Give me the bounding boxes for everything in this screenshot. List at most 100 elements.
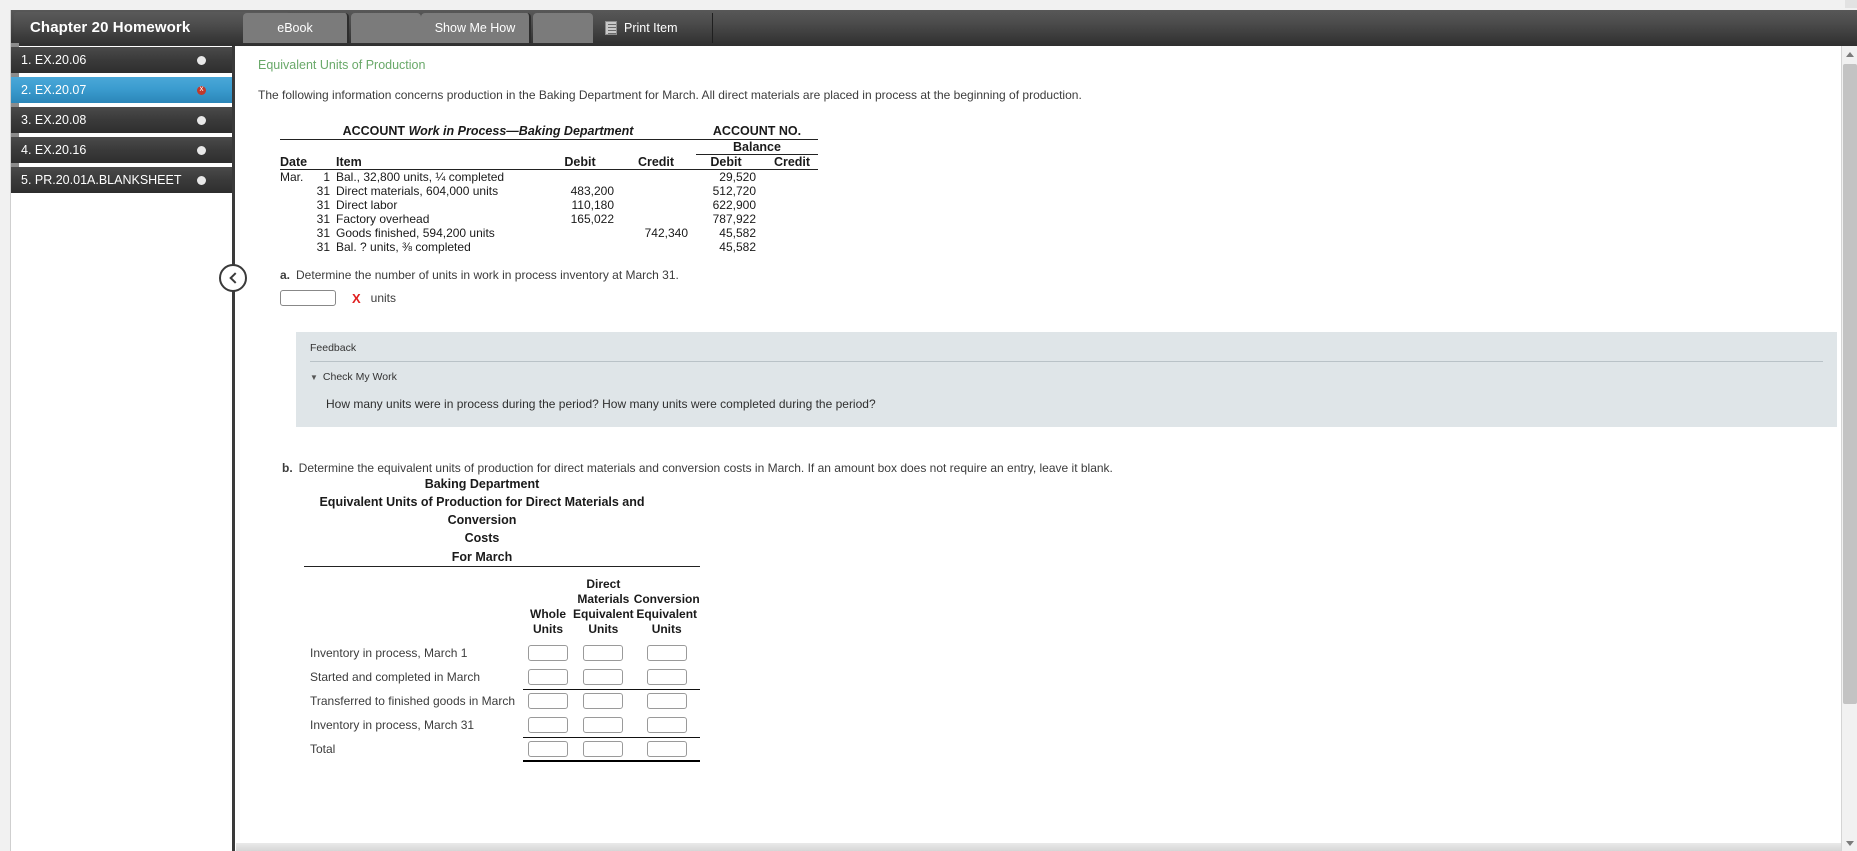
ledger-cell-day: 31 [314, 240, 336, 254]
ledger-cell-month [280, 184, 314, 198]
ledger-row: 31 Goods finished, 594,200 units 742,340… [280, 226, 818, 240]
question-b-letter: b. [282, 461, 293, 475]
ledger-cell-month [280, 198, 314, 212]
eup-cell-dm [573, 737, 634, 761]
ledger-cell-month [280, 240, 314, 254]
ledger-account-label: ACCOUNT [343, 124, 406, 138]
eup-cell-whole [523, 737, 573, 761]
question-a-answer-row: X units [280, 290, 1819, 306]
ledger-cell-credit: 742,340 [624, 226, 696, 240]
question-a-letter: a. [280, 268, 290, 282]
ledger-cell-debit [546, 240, 624, 254]
ledger-cell-balance-credit [766, 170, 818, 185]
sidebar-item-label: 3. EX.20.08 [11, 113, 197, 127]
content-bottom-edge [236, 843, 1841, 851]
eup-input-whole-units-r4[interactable] [528, 741, 568, 757]
account-ledger-wrapper: ACCOUNT Work in Process—Baking Departmen… [280, 124, 1819, 254]
ebook-button-label: eBook [277, 21, 312, 35]
eup-input-whole-units-r3[interactable] [528, 717, 568, 733]
toolbar-spacer-2[interactable] [533, 13, 593, 43]
eup-col-dm-line-4: Units [573, 622, 634, 637]
eup-input-conversion-r4[interactable] [647, 741, 687, 757]
eup-input-direct-materials-r2[interactable] [583, 693, 623, 709]
eup-col-conv-line-1: Conversion [634, 592, 700, 607]
scrollbar-thumb[interactable] [1843, 64, 1857, 704]
eup-cell-conv [634, 641, 700, 665]
question-b-block: b. Determine the equivalent units of prod… [282, 461, 1819, 762]
equivalent-units-table: Whole Units Direct Materials Equivalent … [304, 566, 700, 763]
ledger-balance-label-row: Balance [280, 139, 818, 154]
eup-input-direct-materials-r4[interactable] [583, 741, 623, 757]
question-b-text: Determine the equivalent units of produc… [299, 461, 1113, 475]
sidebar-item-ex-20-06[interactable]: 1. EX.20.06 [11, 47, 234, 73]
eup-input-whole-units-r0[interactable] [528, 645, 568, 661]
eup-cell-dm [573, 689, 634, 713]
arrow-down-icon [1846, 841, 1854, 846]
eup-input-whole-units-r1[interactable] [528, 669, 568, 685]
eup-cell-whole [523, 641, 573, 665]
eup-row-inventory-march-1: Inventory in process, March 1 [304, 641, 700, 665]
status-dot-icon [197, 176, 206, 185]
eup-title-line-4: For March [304, 548, 660, 566]
ebook-button[interactable]: eBook [243, 13, 349, 43]
eup-col-dm-line-3: Equivalent [573, 607, 634, 622]
show-me-how-button[interactable]: Show Me How [421, 13, 531, 43]
assignment-sidebar: 1. EX.20.06 2. EX.20.07 3. EX.20.08 4. E… [11, 46, 235, 851]
eup-row-label: Inventory in process, March 31 [304, 713, 523, 737]
ledger-cell-day: 31 [314, 184, 336, 198]
show-me-how-button-label: Show Me How [435, 21, 516, 35]
browser-top-strip [0, 0, 1857, 10]
eup-col-whole-units-line-1: Whole [523, 607, 573, 622]
sidebar-item-label: 2. EX.20.07 [11, 83, 197, 97]
arrow-up-icon [1846, 52, 1854, 57]
ledger-row: 31 Direct materials, 604,000 units 483,2… [280, 184, 818, 198]
sidebar-item-ex-20-07[interactable]: 2. EX.20.07 [11, 77, 234, 103]
feedback-title: Feedback [310, 342, 1823, 361]
eup-row-label: Total [304, 737, 523, 761]
sidebar-item-pr-20-01a-blanksheet[interactable]: 5. PR.20.01A.BLANKSHEET [11, 167, 234, 193]
sidebar-item-ex-20-08[interactable]: 3. EX.20.08 [11, 107, 234, 133]
eup-title-line-1: Baking Department [304, 475, 660, 493]
ledger-col-balance-debit: Debit [696, 154, 766, 169]
check-my-work-toggle[interactable]: ▼ Check My Work [310, 371, 1823, 383]
ledger-cell-balance-debit: 512,720 [696, 184, 766, 198]
eup-input-direct-materials-r3[interactable] [583, 717, 623, 733]
scroll-down-button[interactable] [1842, 835, 1857, 851]
ledger-account-name: Work in Process—Baking Department [409, 124, 634, 138]
question-a-answer-input[interactable] [280, 290, 336, 306]
ledger-cell-item: Direct labor [336, 198, 546, 212]
ledger-column-header-row: Date Item Debit Credit Debit Credit [280, 154, 818, 169]
eup-input-direct-materials-r0[interactable] [583, 645, 623, 661]
sidebar-item-label: 1. EX.20.06 [11, 53, 197, 67]
eup-input-conversion-r2[interactable] [647, 693, 687, 709]
eup-input-whole-units-r2[interactable] [528, 693, 568, 709]
ledger-row: Mar. 1 Bal., 32,800 units, ¼ completed 2… [280, 170, 818, 185]
eup-cell-whole [523, 665, 573, 689]
ledger-cell-debit: 483,200 [546, 184, 624, 198]
toolbar-spacer-1[interactable] [351, 13, 421, 43]
eup-input-direct-materials-r1[interactable] [583, 669, 623, 685]
ledger-col-debit: Debit [546, 154, 624, 169]
collapse-sidebar-button[interactable] [219, 264, 247, 292]
eup-input-conversion-r3[interactable] [647, 717, 687, 733]
feedback-body-text: How many units were in process during th… [326, 397, 1823, 411]
eup-cell-dm [573, 713, 634, 737]
ledger-account-title: ACCOUNT Work in Process—Baking Departmen… [280, 124, 696, 138]
ledger-cell-day: 31 [314, 198, 336, 212]
ledger-row: 31 Factory overhead 165,022 787,922 [280, 212, 818, 226]
eup-input-conversion-r0[interactable] [647, 645, 687, 661]
print-item-button[interactable]: Print Item [595, 13, 713, 43]
eup-header-row: Whole Units Direct Materials Equivalent … [304, 567, 700, 642]
scroll-up-button[interactable] [1842, 46, 1857, 62]
eup-col-direct-materials: Direct Materials Equivalent Units [573, 567, 634, 642]
caret-down-icon: ▼ [310, 373, 318, 382]
sidebar-item-ex-20-16[interactable]: 4. EX.20.16 [11, 137, 234, 163]
eup-cell-dm [573, 665, 634, 689]
ledger-balance-label: Balance [696, 139, 818, 154]
ledger-cell-credit [624, 170, 696, 185]
page-vertical-scrollbar[interactable] [1841, 46, 1857, 851]
eup-input-conversion-r1[interactable] [647, 669, 687, 685]
ledger-cell-day: 31 [314, 212, 336, 226]
ledger-cell-month [280, 212, 314, 226]
question-a-block: a.Determine the number of units in work … [280, 268, 1819, 306]
